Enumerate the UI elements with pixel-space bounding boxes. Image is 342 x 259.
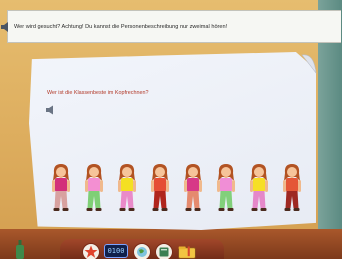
speaker-icon[interactable] bbox=[0, 21, 12, 33]
clock-display: 0100 bbox=[104, 244, 128, 258]
instruction-text: Wer wird gesucht? Achtung! Du kannst die… bbox=[14, 23, 228, 30]
instruction-bar: Wer wird gesucht? Achtung! Du kannst die… bbox=[7, 10, 341, 43]
girl-figure-1[interactable] bbox=[48, 163, 74, 215]
girl-figure-4[interactable] bbox=[147, 163, 173, 215]
star-icon[interactable] bbox=[82, 243, 100, 259]
globe-icon[interactable] bbox=[133, 243, 151, 259]
girl-figure-8[interactable] bbox=[279, 163, 305, 215]
figure-lineup bbox=[48, 163, 312, 215]
girl-figure-6[interactable] bbox=[213, 163, 239, 215]
girl-figure-7[interactable] bbox=[246, 163, 272, 215]
folder-icon[interactable] bbox=[178, 243, 196, 259]
paper-curl-decoration bbox=[301, 54, 317, 75]
bottle-icon bbox=[16, 240, 24, 259]
game-scene: Wer wird gesucht? Achtung! Du kannst die… bbox=[0, 0, 342, 259]
question-text: Wer ist die Klassenbeste im Kopfrechnen? bbox=[47, 90, 149, 96]
book-icon[interactable] bbox=[155, 243, 173, 259]
girl-figure-3[interactable] bbox=[114, 163, 140, 215]
girl-figure-2[interactable] bbox=[81, 163, 107, 215]
girl-figure-5[interactable] bbox=[180, 163, 206, 215]
question-speaker-icon[interactable] bbox=[45, 105, 56, 115]
